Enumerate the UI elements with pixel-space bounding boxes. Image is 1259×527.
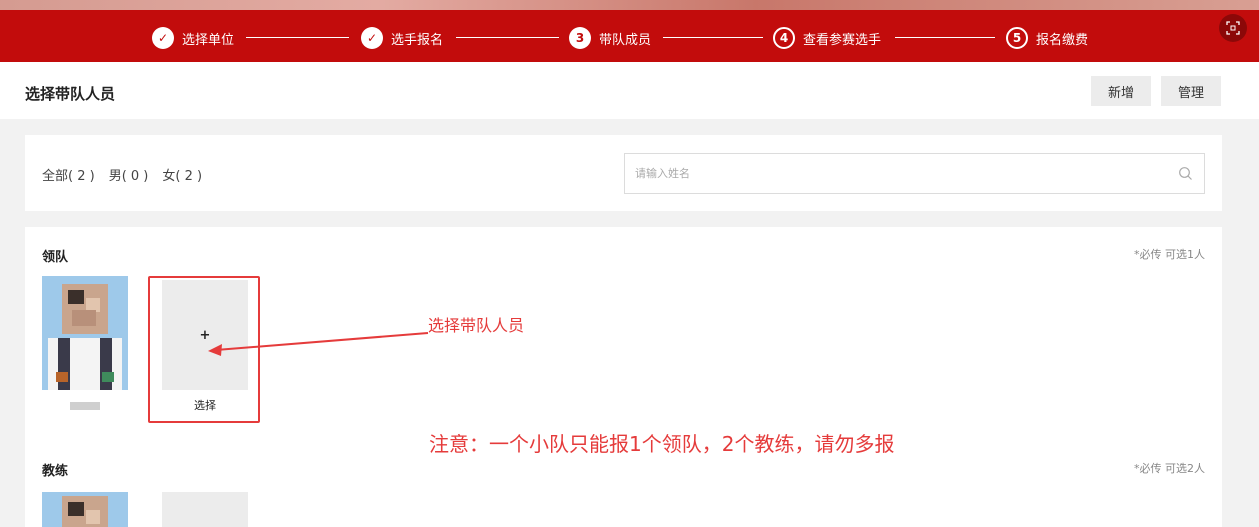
coach-section-title: 教练 [42, 464, 69, 479]
select-coach-slot[interactable] [162, 492, 248, 527]
annotation-warning: 注意：一个小队只能报1个领队，2个教练，请勿多报 [429, 432, 895, 456]
coach-photo[interactable] [42, 492, 128, 527]
coach-section-note: *必传 可选2人 [1134, 462, 1205, 475]
annotation-pointer-text: 选择带队人员 [428, 316, 525, 335]
